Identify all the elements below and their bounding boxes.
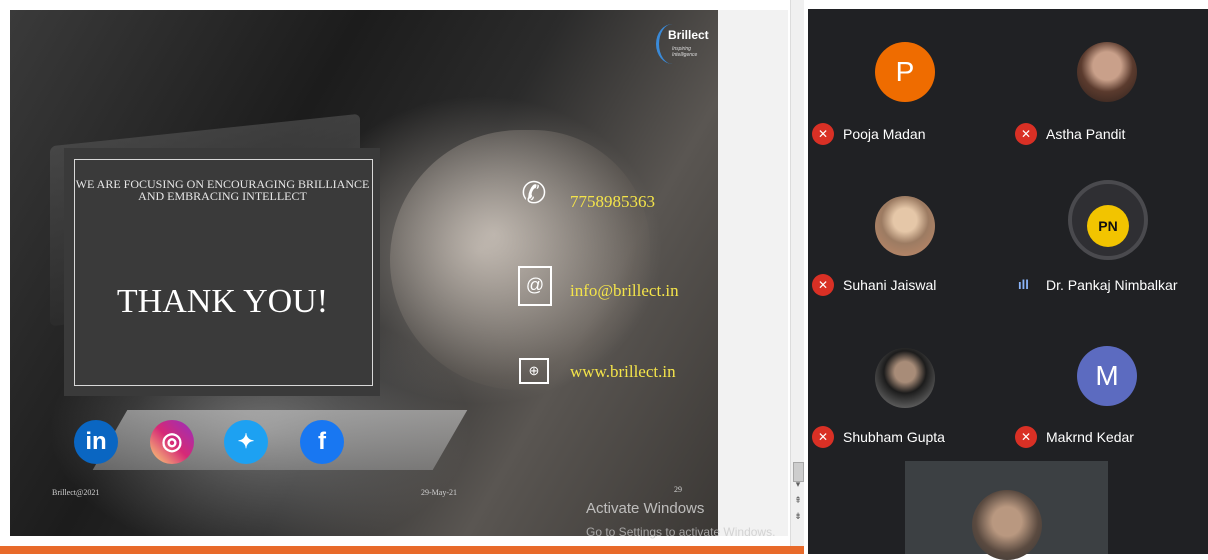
thank-you-text: THANK YOU!: [116, 283, 329, 320]
website-address: www.brillect.in: [570, 362, 676, 381]
participant-name: Suhani Jaiswal: [843, 277, 937, 293]
brand-tagline: Inspiring Intelligence: [672, 46, 698, 58]
avatar-pooja-madan: P: [875, 42, 935, 102]
page-down-icon[interactable]: ⇟: [792, 512, 804, 523]
phone-number: 7758985363: [570, 192, 655, 211]
avatar-shubham-gupta: [875, 348, 935, 408]
mic-off-icon: ✕: [812, 123, 834, 145]
slide-number: 29: [674, 485, 682, 494]
participant-name: Shubham Gupta: [843, 429, 945, 445]
vertical-scrollbar[interactable]: ▾ ⇞ ⇟: [790, 0, 805, 554]
speaking-indicator-icon: ıll: [1018, 277, 1029, 292]
participant-name: Astha Pandit: [1046, 126, 1126, 142]
mic-off-icon: ✕: [1015, 426, 1037, 448]
brand-logo: Brillect Inspiring Intelligence: [656, 22, 712, 70]
avatar-astha-pandit: [1077, 42, 1137, 102]
facebook-icon: f: [300, 420, 344, 464]
footer-date: 29-May-21: [421, 488, 457, 497]
phone-icon: ✆: [521, 177, 547, 210]
footer-copyright: Brillect@2021: [52, 488, 100, 497]
page-up-icon[interactable]: ⇞: [792, 496, 804, 507]
avatar-self: [972, 490, 1042, 560]
twitter-icon: ✦: [224, 420, 268, 464]
participant-name: Makrnd Kedar: [1046, 429, 1134, 445]
participant-name: Dr. Pankaj Nimbalkar: [1046, 277, 1178, 293]
email-icon: @: [518, 266, 552, 306]
avatar-makrnd-kedar: M: [1077, 346, 1137, 406]
avatar-suhani-jaiswal: [875, 196, 935, 256]
brand-name: Brillect: [668, 28, 709, 42]
message-small-text: WE ARE FOCUSING ON ENCOURAGING BRILLIANC…: [75, 177, 370, 203]
slide-margin: [718, 10, 788, 536]
email-address: info@brillect.in: [570, 281, 679, 300]
notebook-image: [92, 410, 468, 470]
mic-off-icon: ✕: [812, 426, 834, 448]
scrollbar-thumb[interactable]: [793, 462, 804, 482]
website-icon: ⊕: [519, 358, 549, 384]
activate-windows-title: Activate Windows: [586, 500, 705, 517]
activate-windows-subtitle: Go to Settings to activate Windows.: [586, 525, 776, 539]
presentation-bottom-bar: [0, 546, 804, 554]
linkedin-icon: in: [74, 420, 118, 464]
scroll-down-icon[interactable]: ▾: [792, 480, 804, 491]
avatar-pankaj-nimbalkar: PN: [1068, 180, 1148, 260]
instagram-icon: ◎: [150, 420, 194, 464]
hands-image: [390, 130, 650, 390]
pn-logo-icon: PN: [1087, 204, 1129, 247]
mic-off-icon: ✕: [812, 274, 834, 296]
participant-name: Pooja Madan: [843, 126, 926, 142]
mic-off-icon: ✕: [1015, 123, 1037, 145]
